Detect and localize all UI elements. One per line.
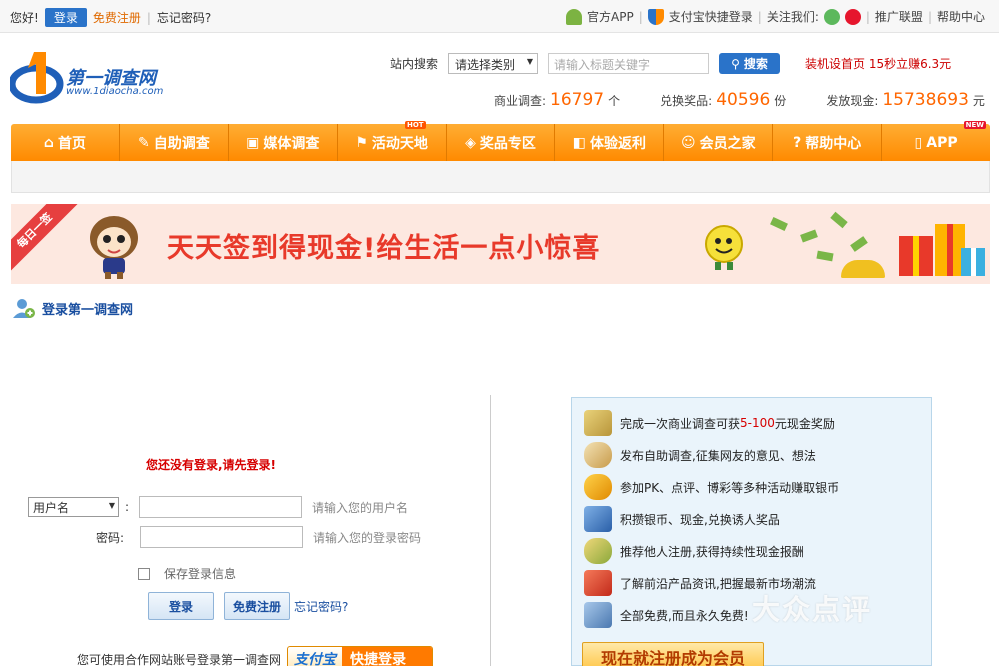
nav-item-self-survey[interactable]: ✎ 自助调查 — [120, 124, 229, 161]
login-actions: 登录 免费注册 忘记密码? — [148, 592, 348, 620]
benefit-item: 参加PK、点评、博彩等多种活动赚取银币 — [584, 474, 839, 500]
greeting-text: 您好! — [10, 11, 39, 25]
flag-icon: ⚑ — [355, 134, 368, 151]
coins-icon — [584, 538, 612, 564]
username-input[interactable] — [139, 496, 303, 518]
alipay-login-link[interactable]: 支付宝快捷登录 — [669, 8, 753, 25]
official-app-link[interactable]: 官方APP — [587, 8, 634, 25]
login-section-title: 登录第一调查网 — [12, 297, 133, 319]
benefit-item: 全部免费,而且永久免费! — [584, 602, 749, 628]
sub-nav-bar — [11, 161, 990, 193]
alipay-quick-login-button[interactable]: 支付宝 快捷登录 — [287, 646, 434, 666]
top-register-link[interactable]: 免费注册 — [93, 9, 141, 26]
login-title: 登录第一调查网 — [42, 302, 134, 318]
login-warning: 您还没有登录,请先登录! — [146, 458, 277, 472]
user-login-icon — [13, 299, 35, 318]
search-icon: ⚲ — [731, 56, 740, 71]
divider: | — [146, 10, 151, 25]
nav-item-prizes[interactable]: ◈ 奖品专区 — [447, 124, 556, 161]
stat-prizes: 兑换奖品: 40596 份 — [660, 90, 787, 110]
top-login-button[interactable]: 登录 — [44, 8, 87, 27]
coin-mascot-icon — [705, 225, 743, 270]
person-icon — [584, 474, 612, 500]
password-label: 密码: — [96, 530, 125, 545]
dianping-watermark: 大众点评 — [752, 593, 873, 626]
monkey-mascot-icon — [90, 216, 138, 279]
remember-row: 保存登录信息 — [138, 565, 236, 582]
benefit-item: 推荐他人注册,获得持续性现金报酬 — [584, 538, 804, 564]
shield-icon — [647, 8, 664, 25]
username-type-select[interactable]: 用户名 — [28, 497, 119, 517]
gift-icon: ◈ — [465, 134, 476, 151]
vertical-divider — [490, 395, 491, 666]
signin-banner[interactable]: 每日一签 天天签到得现金!给生活一点小惊喜 — [11, 204, 990, 284]
daily-signin-ribbon: 每日一签 — [11, 204, 79, 275]
promo-link[interactable]: 装机设首页 15秒立赚6.3元 — [805, 55, 951, 72]
search-button-label: 搜索 — [743, 57, 768, 71]
login-button[interactable]: 登录 — [148, 592, 214, 620]
home-icon: ⌂ — [43, 134, 54, 151]
password-input[interactable] — [140, 526, 304, 548]
remember-checkbox[interactable] — [138, 567, 150, 580]
partner-login-text: 您可使用合作网站账号登录第一调查网 — [77, 652, 282, 666]
gift-boxes-icon — [899, 224, 985, 276]
nav-item-members[interactable]: ☺ 会员之家 — [664, 124, 774, 161]
tv-icon: ▣ — [246, 134, 260, 151]
coffee-icon — [584, 442, 612, 468]
follow-us-label: 关注我们: — [766, 10, 819, 24]
username-row: 用户名 : 请输入您的用户名 — [28, 496, 408, 518]
register-button[interactable]: 免费注册 — [224, 592, 290, 620]
site-search: 站内搜索 请选择类别 请输入标题关键字 ⚲ 搜索 — [390, 53, 781, 74]
nav-item-help[interactable]: ? 帮助中心 — [773, 124, 883, 161]
search-button[interactable]: ⚲ 搜索 — [719, 53, 781, 74]
nav-item-app[interactable]: ▯ APP NEW — [882, 121, 990, 161]
users-icon: ☺ — [680, 134, 696, 151]
help-icon: ? — [793, 134, 802, 151]
alliance-link[interactable]: 推广联盟 — [875, 8, 923, 25]
register-member-button[interactable]: 现在就注册成为会员 — [582, 642, 764, 666]
pen-icon: ✎ — [137, 134, 150, 151]
benefit-item: 积攒银币、现金,兑换诱人奖品 — [584, 506, 780, 532]
weibo-icon[interactable] — [844, 8, 861, 25]
forgot-password-link[interactable]: 忘记密码? — [294, 598, 348, 615]
chart-icon — [584, 570, 612, 596]
password-hint: 请输入您的登录密码 — [313, 530, 422, 545]
alipay-logo: 支付宝 — [294, 652, 337, 666]
search-input[interactable]: 请输入标题关键字 — [548, 53, 710, 74]
username-hint: 请输入您的用户名 — [312, 500, 409, 515]
logo-mark-icon — [10, 52, 64, 104]
new-badge: NEW — [963, 121, 987, 129]
nav-item-home[interactable]: ⌂ 首页 — [11, 124, 120, 161]
banner-slogan: 天天签到得现金!给生活一点小惊喜 — [167, 233, 601, 264]
nav-item-rebate[interactable]: ◧ 体验返利 — [555, 124, 665, 161]
logo-url: www.1diaocha.com — [66, 86, 164, 97]
money-icon — [584, 410, 612, 436]
screen-icon — [584, 602, 612, 628]
partner-login-row: 您可使用合作网站账号登录第一调查网 支付宝 快捷登录 — [77, 646, 434, 666]
main-nav: ⌂ 首页 ✎ 自助调查 ▣ 媒体调查 ⚑ 活动天地 HOT ◈ 奖品专区 ◧ 体验返利 ☺ 会员… — [11, 121, 990, 161]
top-forgot-link[interactable]: 忘记密码? — [157, 9, 211, 26]
site-stats: 商业调查: 16797 个 兑换奖品: 40596 份 发放现金: 15738693 元 — [494, 90, 985, 110]
top-bar: 您好! 登录 免费注册 | 忘记密码? 官方APP | 支付宝快捷登录 | 关注… — [0, 0, 999, 33]
password-row: 密码: 请输入您的登录密码 — [96, 526, 421, 548]
benefit-item: 发布自助调查,征集网友的意见、想法 — [584, 442, 816, 468]
nav-item-media-survey[interactable]: ▣ 媒体调查 — [229, 124, 338, 161]
android-icon — [566, 8, 583, 25]
help-link[interactable]: 帮助中心 — [937, 8, 985, 25]
nav-item-activities[interactable]: ⚑ 活动天地 HOT — [338, 121, 447, 161]
stat-surveys: 商业调查: 16797 个 — [494, 90, 621, 110]
stat-cash: 发放现金: 15738693 元 — [826, 90, 985, 110]
card-icon — [584, 506, 612, 532]
cup-icon: ◧ — [572, 134, 587, 151]
benefit-item: 完成一次商业调查可获 5-100 元现金奖励 — [584, 410, 835, 436]
wechat-icon[interactable] — [823, 8, 840, 25]
search-category-select[interactable]: 请选择类别 — [448, 53, 539, 74]
search-label: 站内搜索 — [390, 57, 439, 71]
money-rain-decoration — [761, 210, 891, 280]
site-logo[interactable]: 第一调查网 www.1diaocha.com — [10, 42, 180, 106]
remember-label: 保存登录信息 — [164, 567, 237, 581]
phone-icon: ▯ — [914, 134, 923, 151]
hot-badge: HOT — [404, 121, 426, 129]
alipay-quick-login-label: 快捷登录 — [342, 647, 433, 666]
